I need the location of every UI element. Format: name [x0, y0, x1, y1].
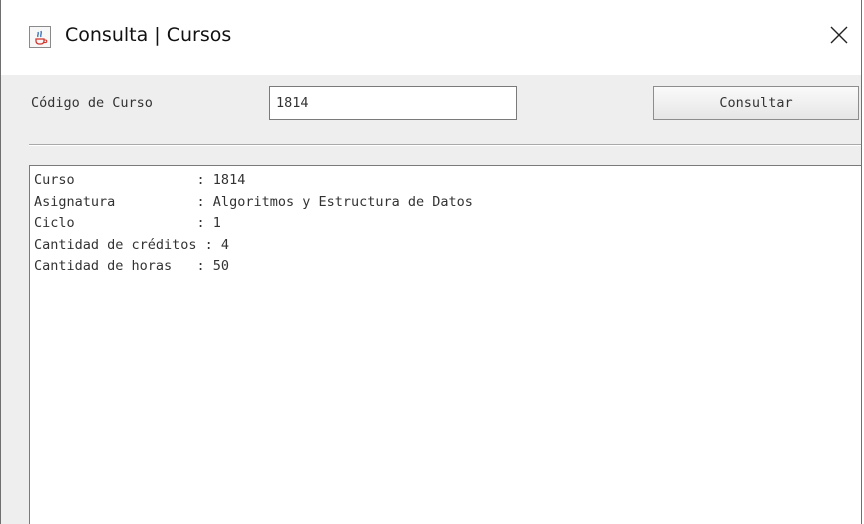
result-line-course: Curso : 1814: [34, 172, 246, 188]
result-line-hours: Cantidad de horas : 50: [34, 258, 230, 274]
java-cup-icon: [29, 26, 51, 48]
window-title: Consulta | Cursos: [65, 24, 232, 46]
consult-button[interactable]: Consultar: [653, 86, 859, 120]
dialog-window: Consulta | Cursos Código de Curso Consul…: [0, 0, 862, 524]
result-line-cycle: Ciclo : 1: [34, 215, 221, 231]
result-line-subject: Asignatura : Algoritmos y Estructura de …: [34, 193, 473, 210]
title-bar[interactable]: Consulta | Cursos: [1, 0, 861, 75]
results-text-area[interactable]: Curso : 1814 Asignatura : Algoritmos y E…: [29, 165, 861, 524]
result-line-credits: Cantidad de créditos : 4: [34, 236, 230, 253]
course-code-label: Código de Curso: [31, 95, 153, 111]
course-code-input[interactable]: [269, 86, 517, 120]
close-button[interactable]: [815, 14, 861, 60]
separator: [29, 144, 861, 146]
